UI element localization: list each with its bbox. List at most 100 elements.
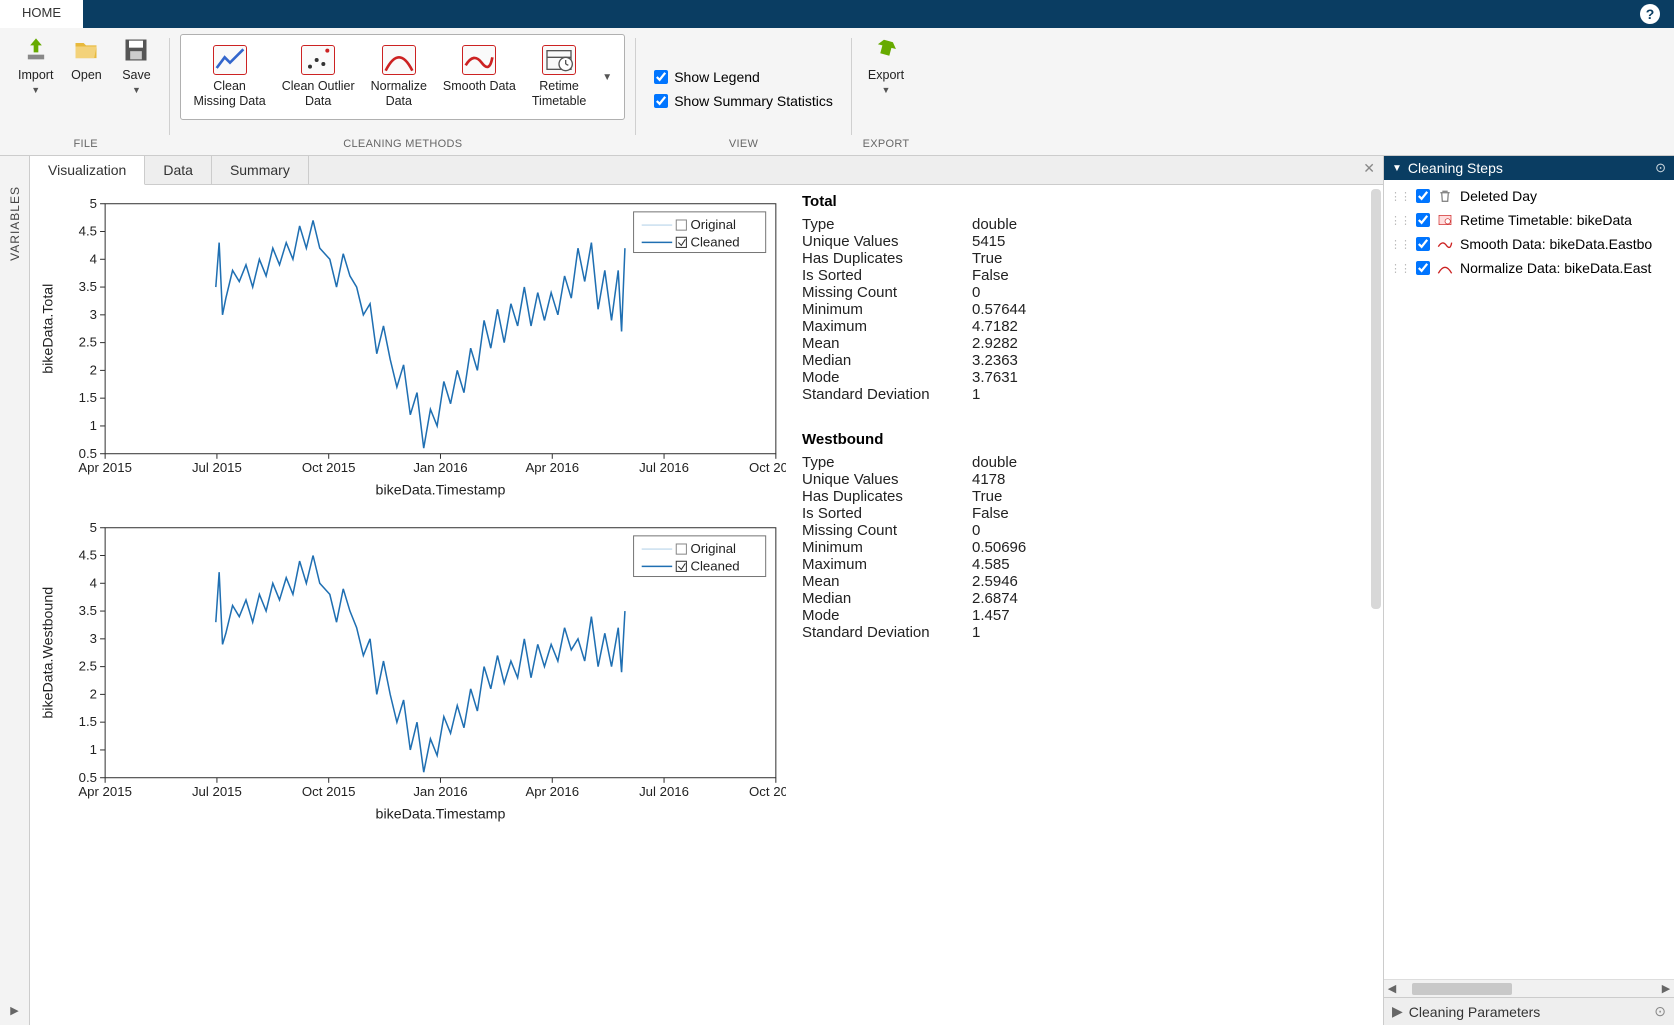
stat-value: 3.2363 <box>972 352 1018 369</box>
stat-row: Has DuplicatesTrue <box>802 488 1375 505</box>
cleaning-step[interactable]: ⋮⋮Normalize Data: bikeData.East <box>1386 256 1672 280</box>
stat-key: Missing Count <box>802 284 972 301</box>
open-button[interactable]: Open <box>61 32 111 87</box>
stat-row: Maximum4.7182 <box>802 318 1375 335</box>
stat-value: 0 <box>972 284 980 301</box>
ribbon-view-label: VIEW <box>729 135 758 155</box>
scrollbar[interactable] <box>1371 189 1381 609</box>
show-summary-checkbox[interactable]: Show Summary Statistics <box>654 93 833 109</box>
stat-value: 4178 <box>972 471 1005 488</box>
stat-value: 0.57644 <box>972 301 1026 318</box>
stat-value: 4.7182 <box>972 318 1018 335</box>
variables-rail[interactable]: VARIABLES ▶ <box>0 156 30 1025</box>
step-label: Smooth Data: bikeData.Eastbo <box>1460 236 1652 252</box>
stat-key: Minimum <box>802 539 972 556</box>
svg-text:Oct 2016: Oct 2016 <box>749 460 786 475</box>
clean-missing-icon <box>213 45 247 75</box>
gear-icon[interactable]: ⊙ <box>1655 160 1666 176</box>
variables-label: VARIABLES <box>8 186 22 261</box>
svg-text:1.5: 1.5 <box>79 390 97 405</box>
drag-grip-icon[interactable]: ⋮⋮ <box>1390 214 1410 227</box>
stat-row: Mean2.9282 <box>802 335 1375 352</box>
tab-summary[interactable]: Summary <box>212 156 309 184</box>
retime-icon <box>1436 211 1454 229</box>
cleaning-step[interactable]: ⋮⋮Retime Timetable: bikeData <box>1386 208 1672 232</box>
stat-value: True <box>972 488 1002 505</box>
cleaning-parameters-title: Cleaning Parameters <box>1409 1004 1541 1020</box>
save-icon <box>122 36 150 64</box>
drag-grip-icon[interactable]: ⋮⋮ <box>1390 190 1410 203</box>
stat-row: Median3.2363 <box>802 352 1375 369</box>
cleaning-gallery-expand[interactable]: ▼ <box>594 72 620 83</box>
cleaning-parameters-header[interactable]: ▶ Cleaning Parameters ⊙ <box>1384 997 1674 1025</box>
tab-visualization[interactable]: Visualization <box>30 156 145 185</box>
clean-outlier-icon <box>301 45 335 75</box>
step-checkbox[interactable] <box>1416 213 1430 227</box>
show-legend-checkbox[interactable]: Show Legend <box>654 69 760 85</box>
svg-text:2: 2 <box>90 362 97 377</box>
close-panel-icon[interactable]: ✕ <box>1355 156 1383 184</box>
svg-text:0.5: 0.5 <box>79 446 97 461</box>
svg-text:Jan 2016: Jan 2016 <box>413 460 467 475</box>
stat-value: False <box>972 505 1009 522</box>
cleaning-step[interactable]: ⋮⋮ Smooth Data: bikeData.Eastbo <box>1386 232 1672 256</box>
import-button[interactable]: Import▼ <box>10 32 61 99</box>
svg-text:bikeData.Total: bikeData.Total <box>40 284 56 374</box>
stat-title: Westbound <box>802 431 1375 448</box>
save-button[interactable]: Save▼ <box>111 32 161 99</box>
step-checkbox[interactable] <box>1416 189 1430 203</box>
ribbon-group-file: Import▼ Open Save▼ FILE <box>6 32 165 155</box>
stat-row: Mean2.5946 <box>802 573 1375 590</box>
stat-value: double <box>972 454 1017 471</box>
tab-home[interactable]: HOME <box>0 0 83 28</box>
stat-key: Missing Count <box>802 522 972 539</box>
drag-grip-icon[interactable]: ⋮⋮ <box>1390 262 1410 275</box>
smooth-button[interactable]: Smooth Data <box>435 41 524 98</box>
stat-key: Minimum <box>802 301 972 318</box>
svg-text:4.5: 4.5 <box>79 224 97 239</box>
stat-row: Is SortedFalse <box>802 505 1375 522</box>
svg-text:Jul 2016: Jul 2016 <box>639 784 689 799</box>
svg-text:Apr 2015: Apr 2015 <box>78 784 132 799</box>
folder-open-icon <box>72 36 100 64</box>
clean-missing-button[interactable]: CleanMissing Data <box>185 41 273 113</box>
svg-text:bikeData.Westbound: bikeData.Westbound <box>40 587 56 719</box>
svg-text:5: 5 <box>90 520 97 535</box>
stat-key: Mode <box>802 369 972 386</box>
svg-text:bikeData.Timestamp: bikeData.Timestamp <box>376 482 506 498</box>
right-panel: ▼ Cleaning Steps ⊙ ⋮⋮Deleted Day⋮⋮Retime… <box>1384 156 1674 1025</box>
stat-key: Maximum <box>802 318 972 335</box>
clean-outlier-button[interactable]: Clean OutlierData <box>274 41 363 113</box>
gear-icon[interactable]: ⊙ <box>1654 1003 1666 1020</box>
expand-rail-icon[interactable]: ▶ <box>10 1004 18 1017</box>
chart: 0.511.522.533.544.55Apr 2015Jul 2015Oct … <box>34 515 786 825</box>
horizontal-scrollbar[interactable]: ◀▶ <box>1384 979 1674 997</box>
step-checkbox[interactable] <box>1416 237 1430 251</box>
drag-grip-icon[interactable]: ⋮⋮ <box>1390 238 1410 251</box>
svg-text:3.5: 3.5 <box>79 603 97 618</box>
svg-text:4: 4 <box>90 251 97 266</box>
tab-data[interactable]: Data <box>145 156 212 184</box>
retime-button[interactable]: RetimeTimetable <box>524 41 594 113</box>
help-button[interactable]: ? <box>1630 0 1670 28</box>
svg-text:Apr 2016: Apr 2016 <box>525 460 579 475</box>
cleaning-steps-header[interactable]: ▼ Cleaning Steps ⊙ <box>1384 156 1674 180</box>
stat-row: Unique Values5415 <box>802 233 1375 250</box>
step-checkbox[interactable] <box>1416 261 1430 275</box>
stat-key: Mean <box>802 573 972 590</box>
cleaning-step[interactable]: ⋮⋮Deleted Day <box>1386 184 1672 208</box>
ribbon-cleaning-label: CLEANING METHODS <box>343 135 462 155</box>
stat-key: Maximum <box>802 556 972 573</box>
svg-text:2: 2 <box>90 686 97 701</box>
svg-text:bikeData.Timestamp: bikeData.Timestamp <box>376 806 506 822</box>
retime-icon <box>542 45 576 75</box>
stat-value: 4.585 <box>972 556 1010 573</box>
normalize-icon <box>1436 259 1454 277</box>
export-button[interactable]: Export▼ <box>860 32 912 99</box>
svg-text:1.5: 1.5 <box>79 714 97 729</box>
svg-text:4.5: 4.5 <box>79 548 97 563</box>
svg-text:Jul 2015: Jul 2015 <box>192 460 242 475</box>
svg-text:3.5: 3.5 <box>79 279 97 294</box>
cleaning-methods-gallery: CleanMissing Data Clean OutlierData Norm… <box>180 34 625 120</box>
normalize-button[interactable]: NormalizeData <box>363 41 435 113</box>
